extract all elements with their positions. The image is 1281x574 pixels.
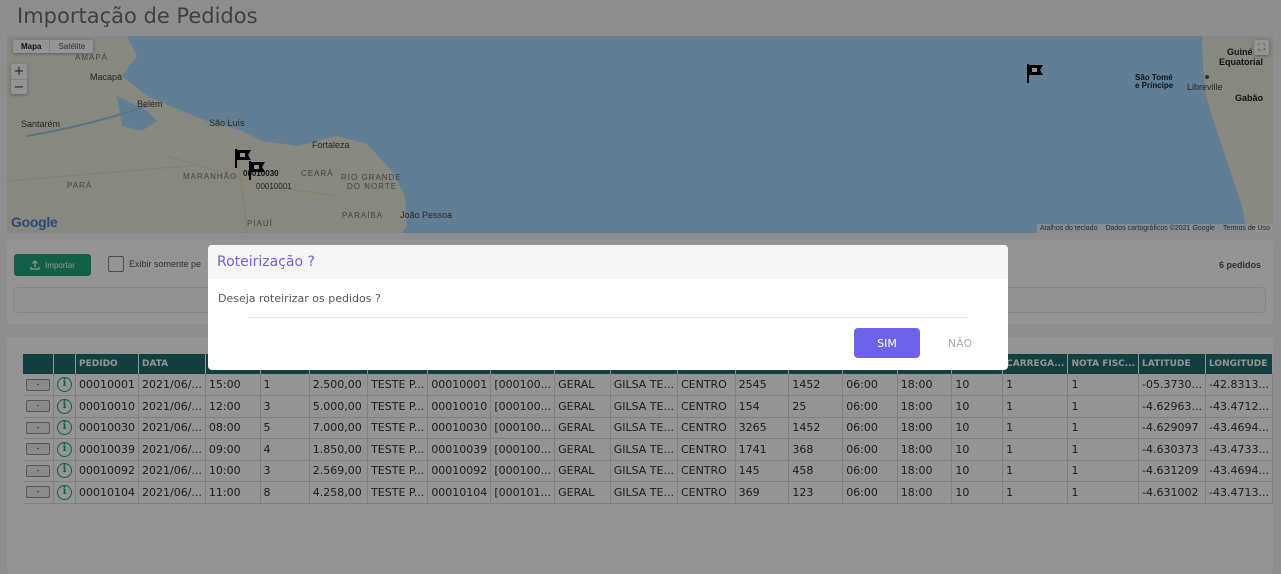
no-button[interactable]: NÃO <box>935 328 985 358</box>
yes-button[interactable]: SIM <box>854 328 920 358</box>
dialog-header: Roteirização ? <box>208 245 1008 279</box>
dialog-divider <box>248 317 968 318</box>
routing-dialog: Roteirização ? Deseja roteirizar os pedi… <box>208 245 1008 370</box>
dialog-title: Roteirização ? <box>217 254 315 270</box>
dialog-message: Deseja roteirizar os pedidos ? <box>218 292 381 305</box>
